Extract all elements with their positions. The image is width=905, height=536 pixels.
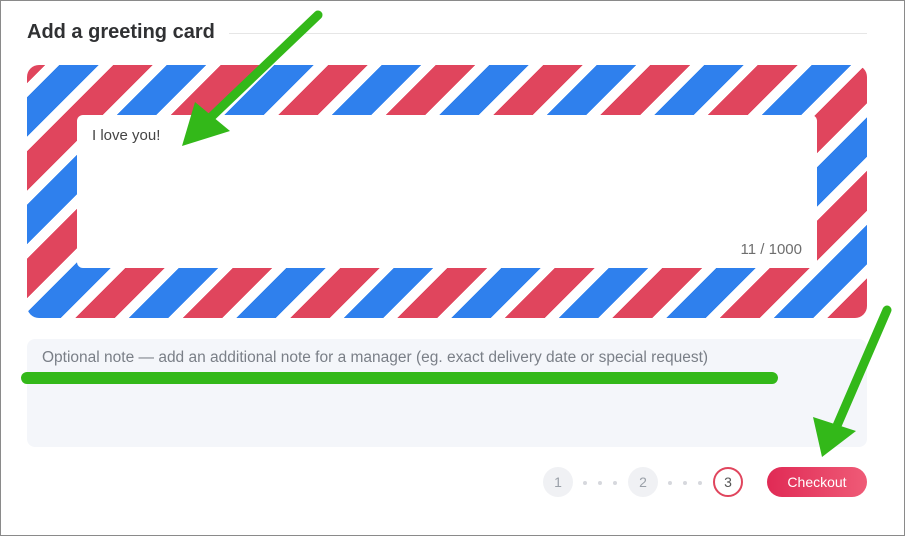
step-2[interactable]: 2 [628, 467, 658, 497]
optional-note-placeholder: Optional note — add an additional note f… [42, 349, 709, 366]
section-title: Add a greeting card [27, 21, 215, 43]
step-dot [683, 481, 687, 485]
step-3[interactable]: 3 [713, 467, 743, 497]
step-dot [613, 481, 617, 485]
step-dot [668, 481, 672, 485]
step-dot [583, 481, 587, 485]
step-dot [598, 481, 602, 485]
title-divider [229, 33, 867, 34]
character-counter: 11 / 1000 [740, 241, 802, 258]
checkout-button[interactable]: Checkout [767, 467, 867, 497]
page-frame: Add a greeting card I love you! 11 / 100… [0, 0, 905, 536]
greeting-message-field[interactable]: I love you! 11 / 1000 [77, 115, 817, 268]
greeting-message-text[interactable]: I love you! [92, 127, 802, 144]
step-dot [698, 481, 702, 485]
optional-note-field[interactable]: Optional note — add an additional note f… [27, 339, 867, 447]
step-1[interactable]: 1 [543, 467, 573, 497]
